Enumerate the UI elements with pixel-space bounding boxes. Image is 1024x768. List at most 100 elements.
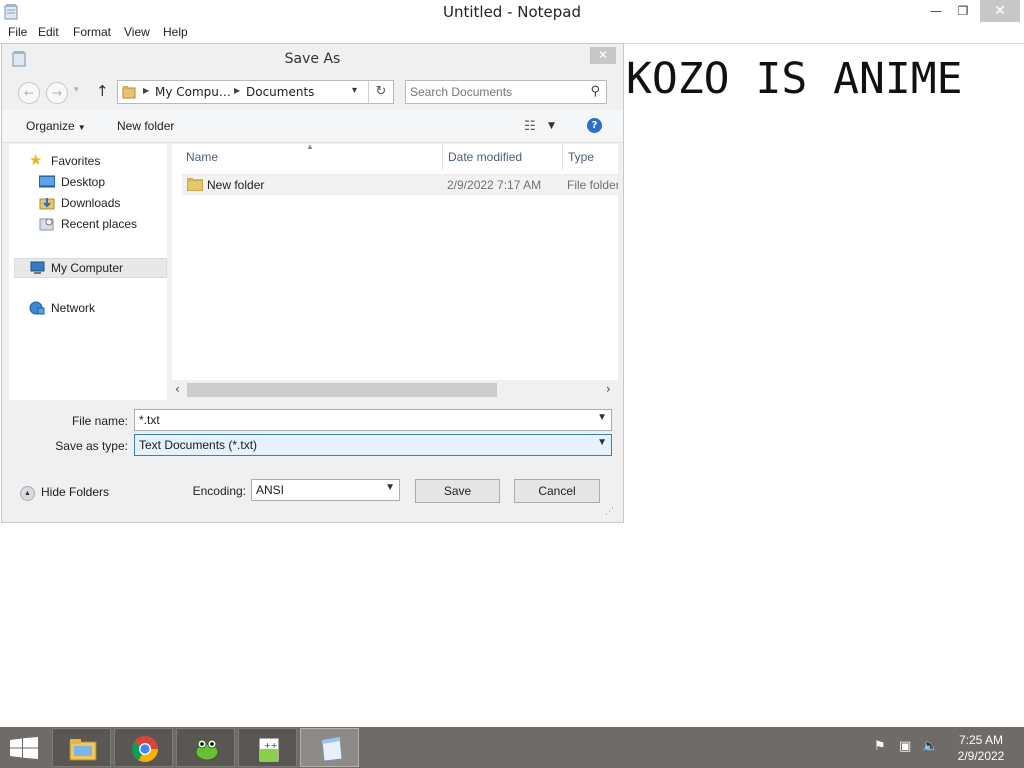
minimize-button[interactable]: — [922, 0, 950, 22]
address-bar[interactable]: ▶ My Compu… ▶ Documents ▾ ↻ [117, 80, 394, 104]
save-as-dialog: Save As ✕ ← → ▾ ↑ ▶ My Compu… ▶ Document… [1, 43, 624, 523]
dialog-title-bar: Save As ✕ [2, 44, 623, 74]
table-row[interactable]: New folder 2/9/2022 7:17 AM File folder [182, 174, 618, 195]
save-button[interactable]: Save [415, 479, 500, 503]
maximize-button[interactable]: ❐ [950, 0, 976, 22]
file-list: ▲ Name Date modified Type New folder 2/9… [172, 144, 618, 400]
window-title: Untitled - Notepad [442, 3, 582, 21]
chevron-down-icon[interactable]: ▼ [597, 412, 607, 423]
nav-favorites[interactable]: ★ Favorites [29, 152, 149, 170]
refresh-button[interactable]: ↻ [368, 81, 393, 103]
nav-downloads[interactable]: Downloads [39, 196, 149, 212]
organize-button[interactable]: Organize ▼ [26, 119, 86, 133]
scroll-right-icon[interactable]: › [606, 382, 611, 396]
network-status-icon[interactable]: ▣ [899, 739, 911, 754]
recent-places-icon [39, 218, 54, 231]
horizontal-scrollbar[interactable]: ‹ › [172, 380, 618, 400]
system-clock[interactable]: 7:25 AM 2/9/2022 [950, 732, 1012, 764]
search-icon[interactable]: ⚲ [590, 84, 600, 99]
breadcrumb-my-computer[interactable]: My Compu… [155, 85, 231, 99]
menu-bar: File Edit Format View Help [0, 24, 1024, 42]
resize-grip-icon[interactable]: ⋰ [605, 507, 614, 517]
dialog-close-button[interactable]: ✕ [590, 47, 616, 64]
taskbar-notepad[interactable] [300, 728, 359, 767]
network-icon [29, 301, 45, 315]
save-as-type-label: Save as type: [55, 439, 128, 453]
notepad-icon [321, 736, 343, 762]
breadcrumb-separator[interactable]: ▶ [234, 86, 240, 95]
chevron-down-icon[interactable]: ▼ [385, 482, 395, 493]
menu-edit[interactable]: Edit [38, 25, 59, 39]
collapse-icon: ▲ [20, 486, 35, 501]
column-header-date[interactable]: Date modified [442, 144, 562, 170]
sort-ascending-icon: ▲ [306, 144, 314, 151]
view-options-icon[interactable]: ☷ [524, 119, 536, 134]
organize-label: Organize [26, 119, 75, 133]
nav-my-computer-label: My Computer [51, 261, 124, 275]
file-date: 2/9/2022 7:17 AM [447, 178, 542, 192]
file-name-value: *.txt [139, 413, 160, 427]
taskbar-chrome[interactable] [114, 728, 173, 767]
editor-text: KOZO IS ANIME [626, 54, 963, 104]
new-folder-button[interactable]: New folder [117, 119, 174, 133]
notepad-plus-plus-icon: ++ [258, 737, 280, 763]
cancel-button[interactable]: Cancel [514, 479, 600, 503]
encoding-value: ANSI [256, 483, 285, 497]
address-row: ← → ▾ ↑ ▶ My Compu… ▶ Documents ▾ ↻ ⚲ [2, 78, 623, 108]
close-icon: ✕ [994, 3, 1006, 19]
nav-my-computer[interactable]: My Computer [14, 258, 167, 278]
dialog-title: Save As [284, 51, 341, 67]
file-name-field[interactable]: *.txt ▼ [134, 409, 612, 431]
help-icon[interactable]: ? [587, 118, 602, 133]
taskbar: ++ ⚑ ▣ 🔈 7:25 AM 2/9/2022 [0, 727, 1024, 768]
file-name-label: File name: [71, 414, 128, 428]
hide-folders-label: Hide Folders [41, 485, 110, 499]
save-as-type-value: Text Documents (*.txt) [139, 438, 258, 452]
notepad-title-bar: Untitled - Notepad — ❐ ✕ [0, 0, 1024, 24]
file-explorer-icon [69, 739, 97, 761]
folder-icon [187, 178, 203, 191]
nav-network[interactable]: Network [29, 301, 139, 317]
column-header-type[interactable]: Type [562, 144, 618, 170]
forward-button[interactable]: → [46, 82, 68, 104]
search-box[interactable]: ⚲ [405, 80, 607, 104]
address-dropdown-icon[interactable]: ▾ [352, 85, 357, 96]
encoding-select[interactable]: ANSI ▼ [251, 479, 400, 501]
taskbar-notepad-plus-plus[interactable]: ++ [238, 728, 297, 767]
menu-help[interactable]: Help [163, 25, 188, 39]
nav-network-label: Network [51, 301, 96, 315]
menu-view[interactable]: View [124, 25, 150, 39]
chevron-down-icon: ▼ [77, 123, 86, 132]
taskbar-file-explorer[interactable] [52, 728, 111, 767]
nav-favorites-label: Favorites [51, 154, 101, 168]
start-button[interactable] [10, 737, 38, 759]
chevron-down-icon[interactable]: ▼ [597, 437, 607, 448]
breadcrumb-documents[interactable]: Documents [246, 85, 314, 99]
recent-locations-dropdown[interactable]: ▾ [74, 85, 79, 95]
svg-text:++: ++ [264, 741, 277, 750]
close-button[interactable]: ✕ [980, 0, 1020, 22]
clock-date: 2/9/2022 [957, 749, 1005, 763]
up-button[interactable]: ↑ [96, 82, 109, 100]
clock-time: 7:25 AM [958, 733, 1004, 747]
taskbar-frog-app[interactable] [176, 728, 235, 767]
save-form: File name: *.txt ▼ Save as type: Text Do… [2, 402, 623, 522]
back-button[interactable]: ← [18, 82, 40, 104]
search-input[interactable] [410, 84, 580, 100]
scroll-left-icon[interactable]: ‹ [175, 382, 180, 396]
menu-file[interactable]: File [8, 25, 27, 39]
save-as-type-select[interactable]: Text Documents (*.txt) ▼ [134, 434, 612, 456]
computer-icon [30, 261, 45, 274]
chevron-down-icon[interactable]: ▼ [548, 121, 555, 131]
action-center-flag-icon[interactable]: ⚑ [874, 739, 886, 754]
frog-app-icon [195, 739, 219, 761]
column-header-name[interactable]: ▲ Name [172, 144, 442, 170]
scrollbar-thumb[interactable] [187, 383, 497, 397]
menu-format[interactable]: Format [73, 25, 111, 39]
nav-recent-places[interactable]: Recent places [39, 217, 149, 233]
nav-desktop[interactable]: Desktop [39, 175, 149, 191]
close-icon: ✕ [597, 48, 609, 62]
column-date-label: Date modified [448, 150, 523, 164]
volume-muted-icon[interactable]: 🔈 [922, 739, 938, 754]
desktop-icon [39, 175, 55, 188]
